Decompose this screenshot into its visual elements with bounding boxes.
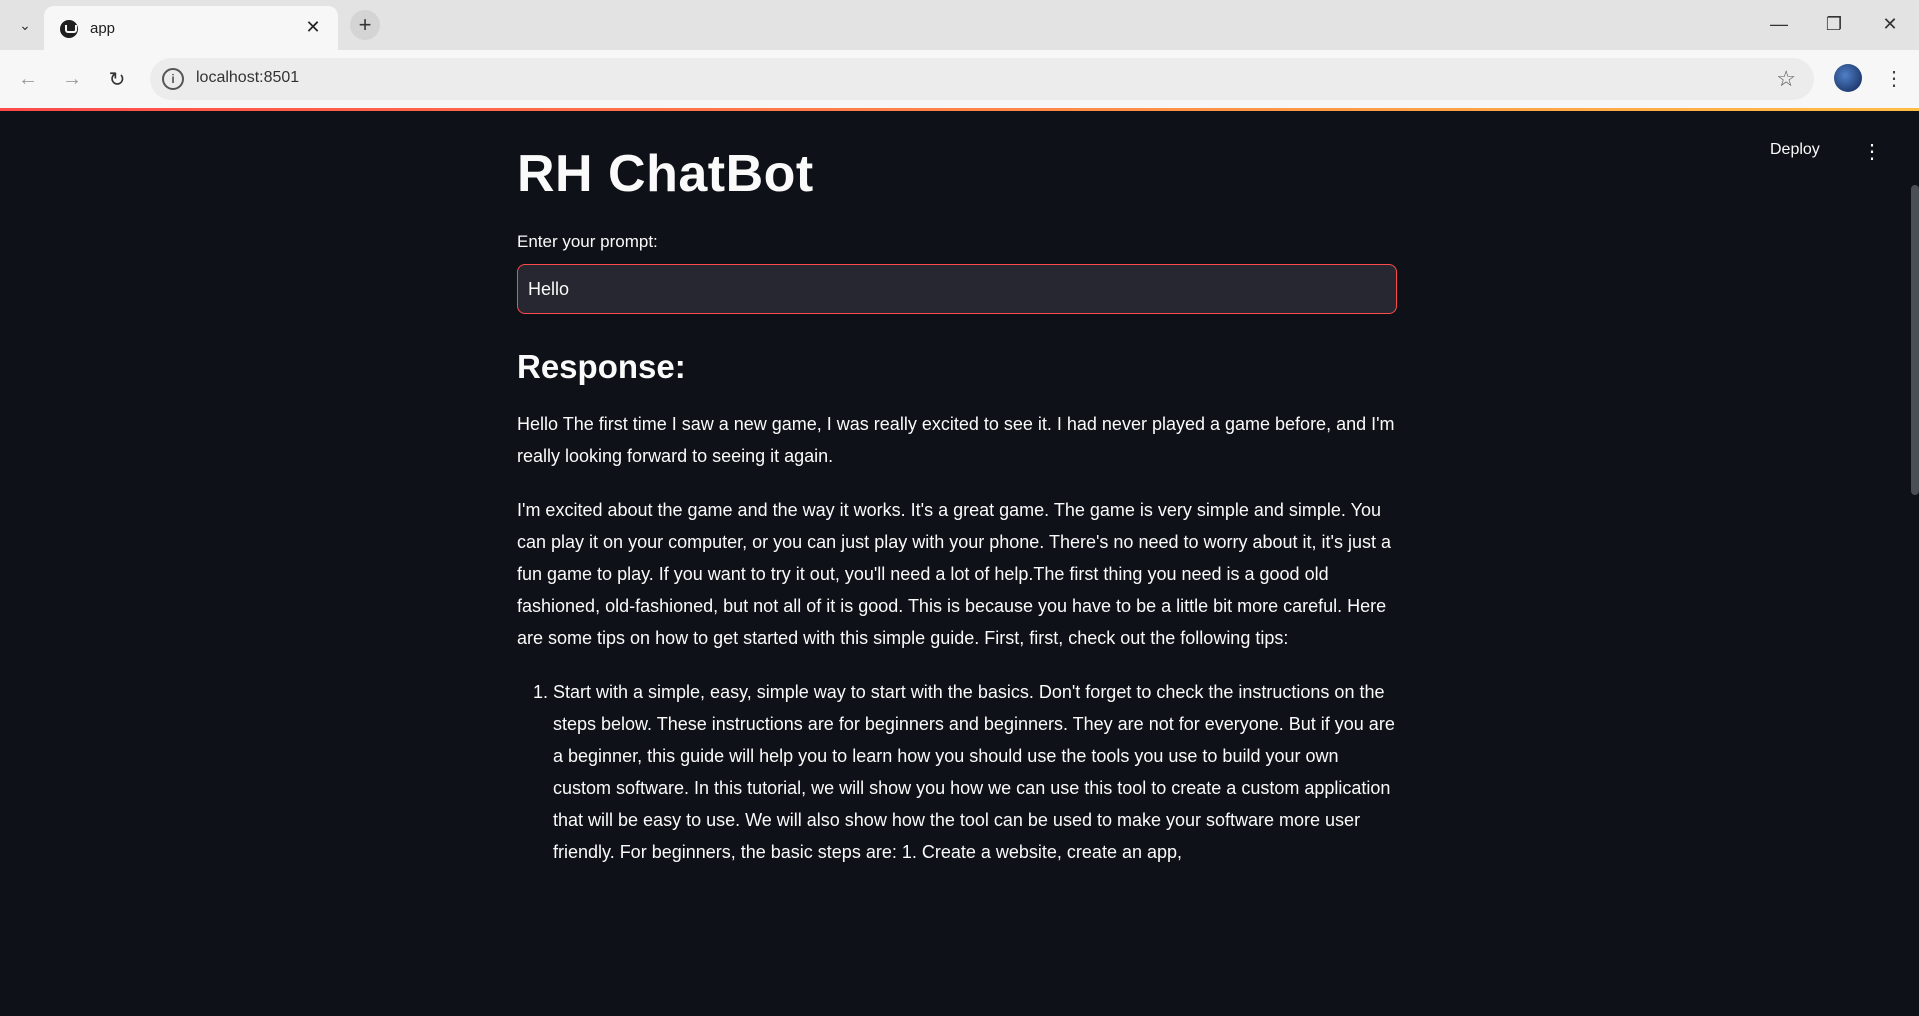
profile-avatar[interactable] xyxy=(1834,64,1862,92)
close-window-button[interactable]: ✕ xyxy=(1868,8,1912,40)
list-item: Start with a simple, easy, simple way to… xyxy=(553,676,1397,868)
browser-tab[interactable]: app ✕ xyxy=(44,6,338,50)
back-button[interactable]: ← xyxy=(12,63,44,95)
new-tab-button[interactable]: + xyxy=(350,10,380,40)
deploy-button[interactable]: Deploy xyxy=(1770,141,1820,159)
response-heading: Response: xyxy=(517,348,686,385)
forward-button[interactable]: → xyxy=(56,63,88,95)
browser-toolbar: ← → ↻ i localhost:8501 ☆ ⋮ xyxy=(0,50,1919,108)
prompt-label: Enter your prompt: xyxy=(517,232,658,251)
response-paragraph: Hello The first time I saw a new game, I… xyxy=(517,414,1395,466)
reload-button[interactable]: ↻ xyxy=(101,63,133,95)
response-list: Start with a simple, easy, simple way to… xyxy=(517,676,1397,868)
browser-chrome: ⌄ app ✕ + — ❐ ✕ ← → ↻ i localhost:8501 ☆… xyxy=(0,0,1919,108)
streamlit-favicon-icon xyxy=(60,20,78,38)
tab-title: app xyxy=(90,20,116,37)
address-bar[interactable]: i localhost:8501 ☆ xyxy=(150,58,1814,100)
page-title: RH ChatBot xyxy=(517,145,814,203)
browser-menu-icon[interactable]: ⋮ xyxy=(1880,64,1908,92)
main-menu-icon[interactable]: ⋮ xyxy=(1862,139,1882,163)
tab-search-chevron-icon[interactable]: ⌄ xyxy=(14,14,36,36)
response-paragraph: I'm excited about the game and the way i… xyxy=(517,500,1392,648)
prompt-input[interactable] xyxy=(517,264,1397,314)
close-tab-icon[interactable]: ✕ xyxy=(302,16,324,38)
minimize-button[interactable]: — xyxy=(1757,8,1801,40)
url-text[interactable]: localhost:8501 xyxy=(196,69,299,87)
scrollbar[interactable] xyxy=(1911,185,1919,495)
site-info-icon[interactable]: i xyxy=(162,68,184,90)
tab-strip: ⌄ app ✕ + — ❐ ✕ xyxy=(0,0,1919,50)
restore-button[interactable]: ❐ xyxy=(1812,8,1856,40)
bookmark-star-icon[interactable]: ☆ xyxy=(1776,66,1796,92)
main-content: RH ChatBot Enter your prompt: Response: … xyxy=(517,144,1397,868)
